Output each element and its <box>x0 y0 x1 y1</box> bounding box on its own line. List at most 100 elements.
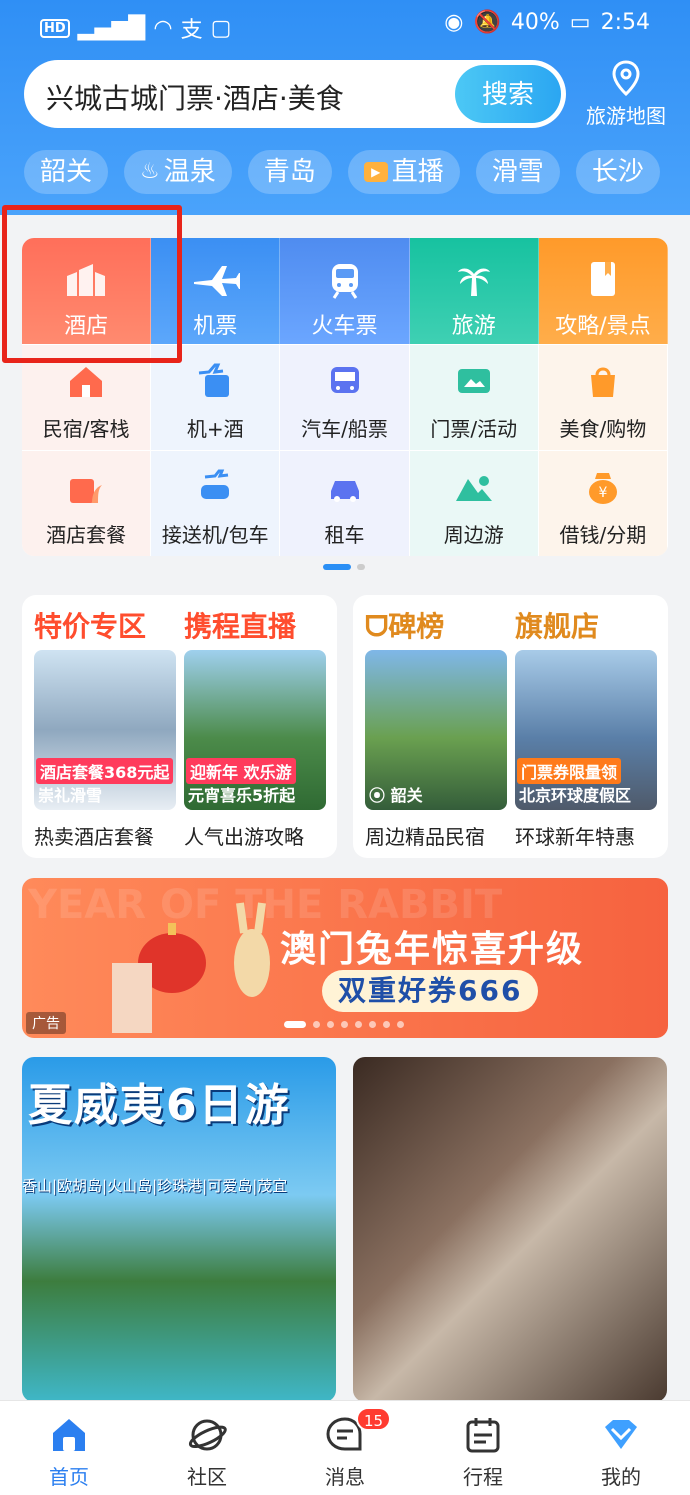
train-label: 火车票 <box>311 314 378 339</box>
loan-item[interactable]: ¥ 借钱/分期 <box>538 450 668 556</box>
ski-image[interactable]: 酒店套餐368元起 崇礼滑雪 <box>34 650 176 810</box>
message-badge: 15 <box>356 1407 392 1431</box>
hawaii-title: 夏威夷6日游 <box>28 1080 291 1131</box>
hotel-package-tag: 酒店套餐368元起 <box>36 758 174 784</box>
ticket-icon <box>457 369 490 393</box>
hotel-package-label: 酒店套餐 <box>46 523 127 547</box>
bus-ship-item[interactable]: 汽车/船票 <box>280 344 410 450</box>
ad-label: 广告 <box>26 1012 66 1034</box>
lantern-rabbit-icon <box>112 902 270 1033</box>
shaoguan-image[interactable]: ⦿ 韶关 <box>365 650 507 810</box>
live-icon: ▶ <box>363 162 388 182</box>
car-rental-item[interactable]: 租车 <box>280 450 410 556</box>
tab-mine[interactable]: 我的 <box>552 1401 690 1495</box>
chip-changsha[interactable]: 长沙 <box>575 150 660 194</box>
food-shopping-label: 美食/购物 <box>559 417 647 441</box>
nearby-label: 周边游 <box>443 523 504 547</box>
car-rental-label: 租车 <box>324 523 365 547</box>
live-heading[interactable]: 携程直播 <box>184 605 296 645</box>
travel-label: 旅游 <box>451 314 496 339</box>
tab-community[interactable]: 社区 <box>138 1401 276 1495</box>
tab-home[interactable]: 首页 <box>0 1401 138 1495</box>
banner-dot-active <box>284 1021 306 1028</box>
search-button[interactable]: 搜索 <box>455 65 561 123</box>
battery-text: 40% <box>510 10 560 35</box>
museum-feed-card[interactable] <box>353 1057 667 1402</box>
home-icon <box>53 1419 85 1451</box>
shaoguan-location: ⦿ 韶关 <box>369 782 423 806</box>
battery-icon: ▭ <box>569 10 591 35</box>
ranking-heading[interactable]: ᗜ碑榜 <box>365 605 444 645</box>
bus-ship-label: 汽车/船票 <box>301 417 388 441</box>
chip-label: 直播 <box>391 157 444 187</box>
tickets-label: 门票/活动 <box>430 417 518 441</box>
tab-messages-label: 消息 <box>325 1465 365 1489</box>
chip-label: 温泉 <box>163 157 216 187</box>
calendar-icon <box>466 1418 500 1453</box>
banner-coupon: 双重好券666 <box>322 970 539 1012</box>
search-bar[interactable]: 兴城古城门票·酒店·美食 搜索 <box>24 60 566 128</box>
header: HD ▂▄▆█ ◠ 支 ▢ ◉ 🔕 40% ▭ 2:54 兴城古城门票·酒店·美… <box>0 0 690 215</box>
hot-hotel-caption[interactable]: 热卖酒店套餐 <box>34 821 154 850</box>
train-icon <box>331 264 358 299</box>
money-bag-icon: ¥ <box>588 473 617 504</box>
tab-messages[interactable]: 消息 15 <box>276 1401 414 1495</box>
loan-label: 借钱/分期 <box>559 523 647 547</box>
guide-tile[interactable]: 攻略/景点 <box>538 238 668 344</box>
deals-heading[interactable]: 特价专区 <box>34 605 146 645</box>
grid-page-indicator <box>323 564 365 570</box>
travel-tile[interactable]: 旅游 <box>409 238 539 344</box>
tab-community-label: 社区 <box>187 1465 227 1489</box>
banner-dot <box>313 1021 320 1028</box>
new-year-tag: 迎新年 欢乐游 <box>186 758 296 784</box>
universal-image[interactable]: 门票券限量领 北京环球度假区 <box>515 650 657 810</box>
hotel-package-item[interactable]: 酒店套餐 <box>22 450 152 556</box>
airport-transfer-label: 接送机/包车 <box>161 523 269 547</box>
hawaii-feed-card[interactable]: 夏威夷6日游 香山|欧胡岛|火山岛|珍珠港|可爱岛|茂宜 <box>22 1057 336 1402</box>
clock: 2:54 <box>600 10 650 35</box>
page-dot-active <box>323 564 351 570</box>
chip-ski[interactable]: 滑雪 <box>475 150 560 194</box>
nearby-homestay-caption[interactable]: 周边精品民宿 <box>365 821 485 850</box>
signal-icon: ▂▄▆█ <box>77 15 146 41</box>
flight-hotel-label: 机+酒 <box>186 417 244 441</box>
planet-icon <box>188 1419 227 1451</box>
promo-card-ranking: ᗜ碑榜 旗舰店 ⦿ 韶关 门票券限量领 北京环球度假区 周边精品民宿 环球新年特… <box>353 595 668 858</box>
hotspring-icon: ♨ <box>140 159 160 184</box>
status-right: ◉ 🔕 40% ▭ 2:54 <box>444 10 650 35</box>
svg-text:¥: ¥ <box>598 485 607 501</box>
ranking-icon: ᗜ <box>365 610 389 643</box>
chip-qingdao[interactable]: 青岛 <box>247 150 332 194</box>
promo-card-deals: 特价专区 携程直播 酒店套餐368元起 崇礼滑雪 迎新年 欢乐游 元宵喜乐5折起… <box>22 595 337 858</box>
travel-map-button[interactable]: 旅游地图 <box>583 58 669 130</box>
banner-dot <box>369 1021 376 1028</box>
tickets-item[interactable]: 门票/活动 <box>409 344 539 450</box>
travel-guide-caption[interactable]: 人气出游攻略 <box>184 821 304 850</box>
search-input[interactable]: 兴城古城门票·酒店·美食 <box>46 77 344 117</box>
chip-hotspring[interactable]: ♨ 温泉 <box>124 150 232 194</box>
food-shopping-item[interactable]: 美食/购物 <box>538 344 668 450</box>
bus-icon <box>330 367 359 393</box>
flagship-heading[interactable]: 旗舰店 <box>515 605 599 645</box>
ticket-coupon-tag: 门票券限量领 <box>517 758 622 784</box>
chip-live[interactable]: ▶ 直播 <box>347 150 460 194</box>
universal-caption[interactable]: 环球新年特惠 <box>515 821 635 850</box>
mountain-pin-icon <box>455 476 492 501</box>
tab-itinerary-label: 行程 <box>463 1465 503 1489</box>
flight-hotel-icon <box>199 363 230 397</box>
city-chips: 韶关 ♨ 温泉 青岛 ▶ 直播 滑雪 长沙 <box>24 150 660 194</box>
nearby-item[interactable]: 周边游 <box>409 450 539 556</box>
airport-transfer-item[interactable]: 接送机/包车 <box>151 450 281 556</box>
banner-dot <box>355 1021 362 1028</box>
shaoguan-text: 韶关 <box>390 786 423 805</box>
travel-map-label: 旅游地图 <box>586 104 666 128</box>
macau-ad-banner[interactable]: YEAR OF THE RABBIT 澳门兔年惊喜升级 双重好券666 广告 <box>22 878 668 1038</box>
chip-label: 长沙 <box>591 157 644 187</box>
chip-shaoguan[interactable]: 韶关 <box>24 150 109 194</box>
train-tile[interactable]: 火车票 <box>280 238 410 344</box>
car-plane-icon <box>201 469 230 499</box>
guide-book-icon <box>590 262 615 296</box>
new-year-image[interactable]: 迎新年 欢乐游 元宵喜乐5折起 <box>184 650 326 810</box>
page-dot <box>357 564 365 570</box>
tab-itinerary[interactable]: 行程 <box>414 1401 552 1495</box>
